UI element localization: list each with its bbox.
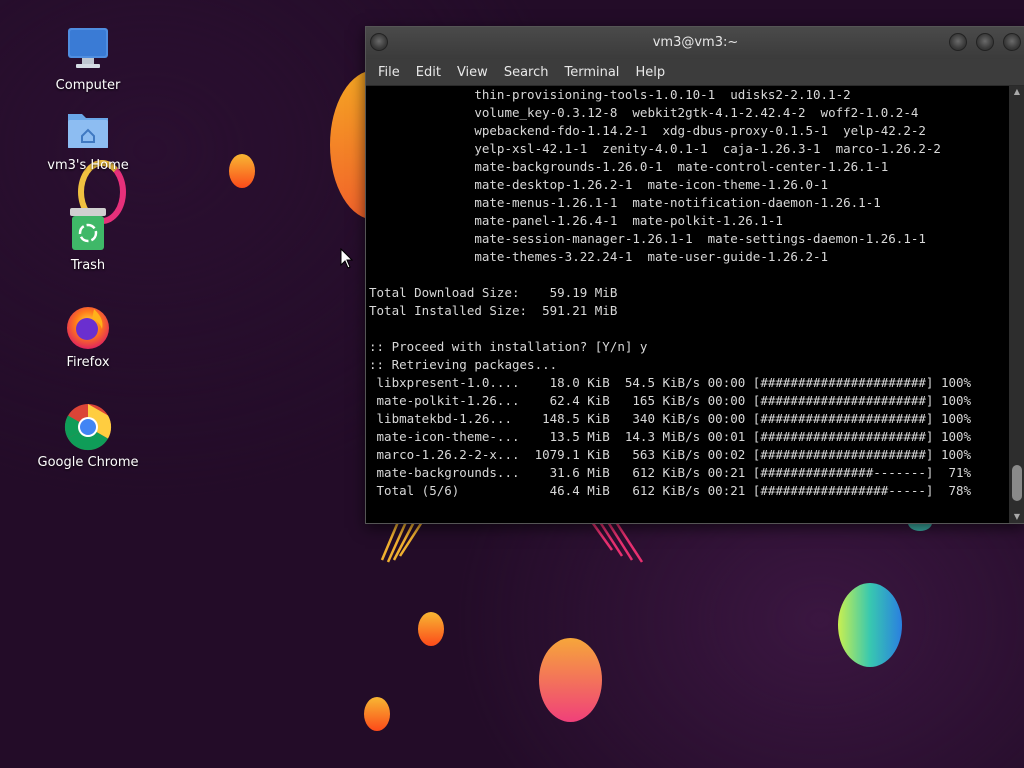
wallpaper-orange-blob bbox=[418, 612, 444, 646]
scroll-up-icon[interactable]: ▲ bbox=[1009, 86, 1024, 98]
window-titlebar[interactable]: vm3@vm3:~ bbox=[366, 27, 1024, 59]
menu-view[interactable]: View bbox=[449, 65, 496, 80]
maximize-button[interactable] bbox=[976, 33, 994, 51]
desktop-icon-label: Firefox bbox=[66, 355, 110, 370]
menu-edit[interactable]: Edit bbox=[408, 65, 449, 80]
wallpaper-orange-blob bbox=[364, 697, 390, 731]
terminal-line: thin-provisioning-tools-1.0.10-1 udisks2… bbox=[369, 87, 851, 102]
terminal-line: Total Download Size: 59.19 MiB bbox=[369, 285, 618, 300]
terminal-line: mate-desktop-1.26.2-1 mate-icon-theme-1.… bbox=[369, 177, 829, 192]
desktop-icon-computer[interactable]: Computer bbox=[33, 26, 143, 93]
desktop-icon-label: Google Chrome bbox=[37, 455, 139, 470]
menu-search[interactable]: Search bbox=[496, 65, 557, 80]
desktop-icon-label: vm3's Home bbox=[47, 158, 129, 173]
terminal-window[interactable]: vm3@vm3:~ File Edit View Search Terminal… bbox=[365, 26, 1024, 524]
close-button[interactable] bbox=[1003, 33, 1021, 51]
desktop-icon-chrome[interactable]: Google Chrome bbox=[33, 403, 143, 470]
terminal-line: volume_key-0.3.12-8 webkit2gtk-4.1-2.42.… bbox=[369, 105, 919, 120]
terminal-line: libmatekbd-1.26... 148.5 KiB 340 KiB/s 0… bbox=[369, 411, 972, 426]
mouse-cursor-icon bbox=[340, 248, 354, 269]
desktop-icon-trash[interactable]: Trash bbox=[33, 206, 143, 273]
window-title: vm3@vm3:~ bbox=[652, 35, 739, 50]
terminal-line: wpebackend-fdo-1.14.2-1 xdg-dbus-proxy-0… bbox=[369, 123, 926, 138]
menu-terminal[interactable]: Terminal bbox=[556, 65, 627, 80]
scrollbar[interactable]: ▲ ▼ bbox=[1009, 86, 1024, 523]
terminal-line: mate-session-manager-1.26.1-1 mate-setti… bbox=[369, 231, 926, 246]
wallpaper-teal-blob bbox=[838, 583, 902, 667]
terminal-line: mate-icon-theme-... 13.5 MiB 14.3 MiB/s … bbox=[369, 429, 972, 444]
terminal-output[interactable]: thin-provisioning-tools-1.0.10-1 udisks2… bbox=[366, 86, 1009, 523]
terminal-line: mate-backgrounds... 31.6 MiB 612 KiB/s 0… bbox=[369, 465, 972, 480]
desktop-icon-label: Computer bbox=[55, 78, 121, 93]
chrome-icon bbox=[64, 403, 112, 451]
terminal-line: yelp-xsl-42.1-1 zenity-4.0.1-1 caja-1.26… bbox=[369, 141, 941, 156]
wallpaper-pink-stripes bbox=[590, 521, 644, 563]
menu-help[interactable]: Help bbox=[627, 65, 673, 80]
wallpaper-orange-blob-small bbox=[229, 154, 255, 188]
wallpaper-orange-pink-blob bbox=[539, 638, 602, 722]
terminal-line: mate-themes-3.22.24-1 mate-user-guide-1.… bbox=[369, 249, 829, 264]
terminal-line: mate-panel-1.26.4-1 mate-polkit-1.26.1-1 bbox=[369, 213, 783, 228]
terminal-line: mate-menus-1.26.1-1 mate-notification-da… bbox=[369, 195, 881, 210]
terminal-line: libxpresent-1.0.... 18.0 KiB 54.5 KiB/s … bbox=[369, 375, 972, 390]
desktop-icon-firefox[interactable]: Firefox bbox=[33, 303, 143, 370]
minimize-button[interactable] bbox=[949, 33, 967, 51]
terminal-line: Total (5/6) 46.4 MiB 612 KiB/s 00:21 [##… bbox=[369, 483, 972, 498]
wallpaper-yellow-stripes bbox=[380, 521, 424, 563]
terminal-line: :: Proceed with installation? [Y/n] y bbox=[369, 339, 648, 354]
menu-file[interactable]: File bbox=[370, 65, 408, 80]
terminal-line: mate-polkit-1.26... 62.4 KiB 165 KiB/s 0… bbox=[369, 393, 972, 408]
terminal-line: :: Retrieving packages... bbox=[369, 357, 558, 372]
home-folder-icon bbox=[64, 106, 112, 154]
terminal-line: Total Installed Size: 591.21 MiB bbox=[369, 303, 618, 318]
menubar: File Edit View Search Terminal Help bbox=[366, 59, 1024, 86]
window-menu-button[interactable] bbox=[370, 33, 388, 51]
terminal-line: marco-1.26.2-2-x... 1079.1 KiB 563 KiB/s… bbox=[369, 447, 972, 462]
trash-icon bbox=[64, 206, 112, 254]
scroll-down-icon[interactable]: ▼ bbox=[1009, 511, 1024, 523]
computer-icon bbox=[64, 26, 112, 74]
scrollbar-thumb[interactable] bbox=[1012, 465, 1022, 501]
terminal-line: mate-backgrounds-1.26.0-1 mate-control-c… bbox=[369, 159, 889, 174]
firefox-icon bbox=[64, 303, 112, 351]
desktop-icon-label: Trash bbox=[70, 258, 106, 273]
desktop-icon-home[interactable]: vm3's Home bbox=[33, 106, 143, 173]
